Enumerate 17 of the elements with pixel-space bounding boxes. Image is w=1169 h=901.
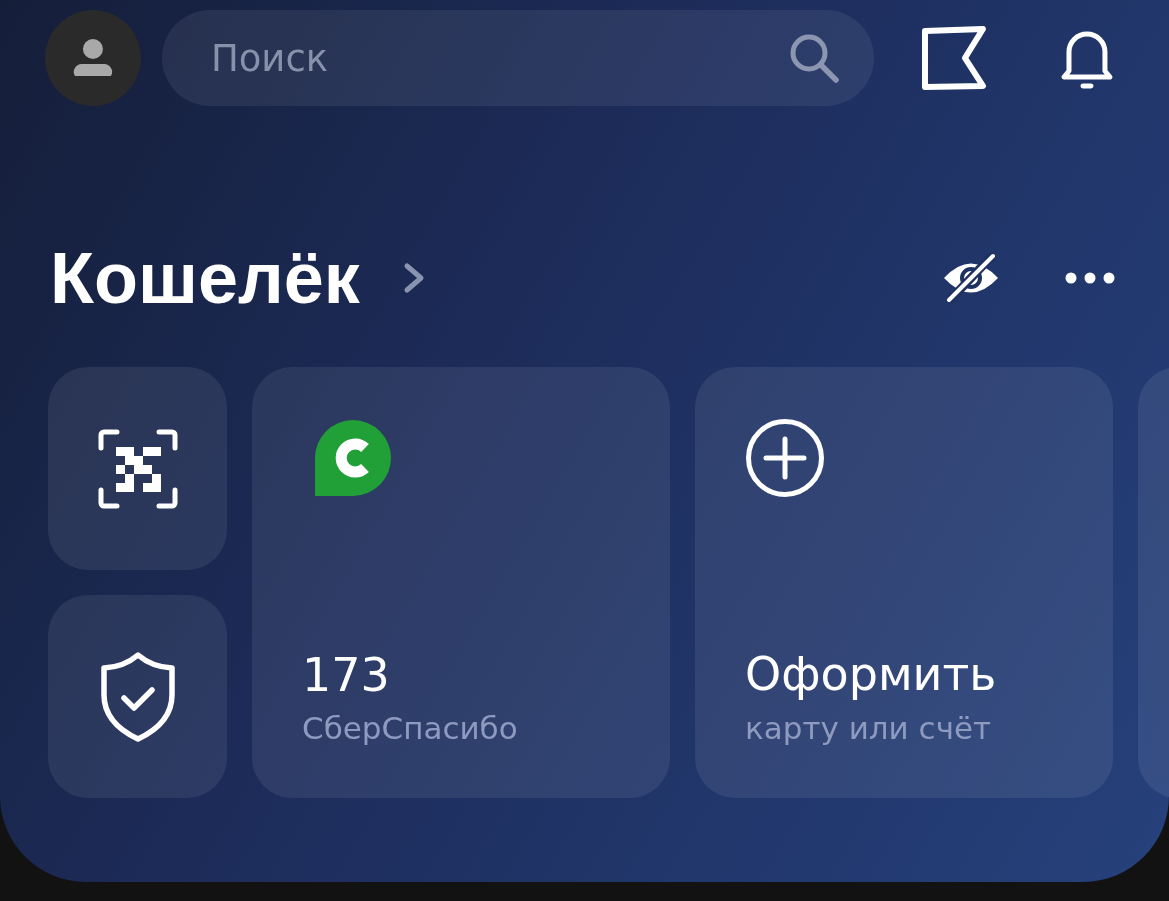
bonus-card[interactable]: 173 СберСпасибо (252, 367, 670, 798)
qr-scan-button[interactable] (48, 367, 227, 570)
security-button[interactable] (48, 595, 227, 798)
plus-circle-icon (745, 418, 825, 498)
shield-check-icon (99, 650, 176, 743)
card-subtitle: карту или счёт (745, 709, 992, 748)
avatar-icon[interactable] (45, 10, 141, 106)
wallet-title[interactable]: Кошелёк (50, 246, 360, 310)
card-title: Оформить (745, 646, 997, 702)
open-product-card[interactable]: Оформить карту или счёт (695, 367, 1113, 798)
search-icon[interactable] (788, 32, 841, 84)
eye-crossed-icon[interactable] (942, 253, 1000, 303)
more-icon[interactable] (1065, 272, 1115, 284)
bonus-points: 173 (302, 648, 390, 702)
letter-c-logo-icon (315, 420, 391, 496)
qr-scan-icon (97, 428, 178, 509)
bonus-program-name: СберСпасибо (302, 709, 518, 748)
